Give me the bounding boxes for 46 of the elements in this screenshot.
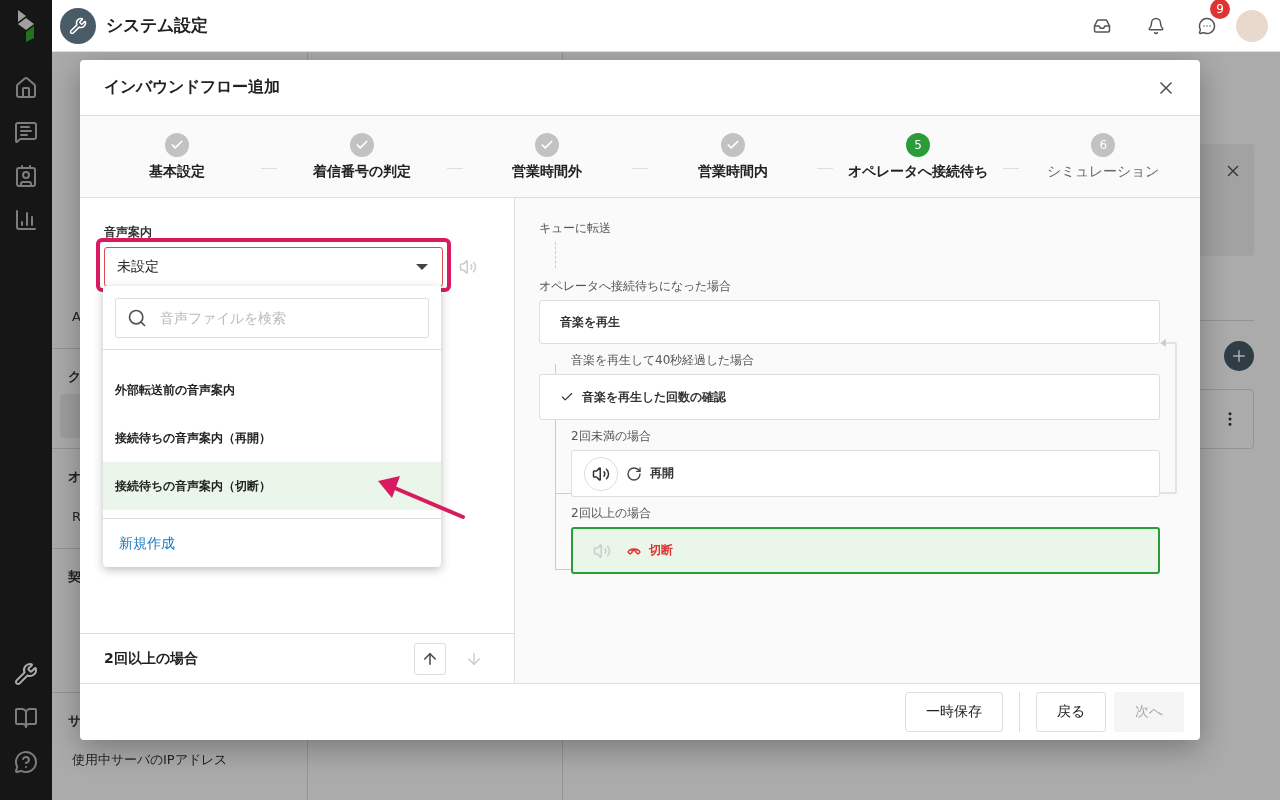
flow-label: 2回未満の場合 [571,428,652,445]
flow-card[interactable]: 再開 [571,450,1160,497]
move-up-button[interactable] [414,642,446,675]
nav-heading: オ [68,467,81,486]
footer-button[interactable]: 戻る [1036,692,1106,732]
step-label: 営業時間外 [512,162,583,181]
check-icon [560,390,574,404]
dialog-title: インバウンドフロー追加 [104,77,280,98]
flow-label: キューに転送 [539,220,612,237]
step-label: シミュレーション [1047,162,1160,181]
step-label: オペレータへ接続待ち [847,162,988,181]
refresh-icon [626,465,642,482]
nav-item[interactable]: 使用中サーバのIPアドレス [60,738,299,782]
nav-heading: サ [68,711,81,730]
step-label: 基本設定 [148,162,205,181]
search-icon [127,308,147,328]
plus-icon [1230,347,1248,365]
menu-option[interactable]: 接続待ちの音声案内（切断） [103,462,441,510]
tools-icon[interactable] [12,660,40,688]
step-number: 6 [1091,132,1116,157]
section-title: 2回以上の場合 [104,649,199,668]
step-number: 5 [905,132,930,157]
app-title: システム設定 [106,14,208,37]
notification-badge: 9 [1210,0,1230,19]
flow-label: 2回以上の場合 [571,505,652,522]
footer-button[interactable]: 一時保存 [905,692,1003,732]
menu-option[interactable]: 接続待ちの音声案内（再開） [103,414,441,462]
menu-option[interactable]: 外部転送前の音声案内 [103,366,441,414]
flow-card[interactable]: 音楽を再生 [539,300,1160,344]
tools-icon [60,7,96,44]
hang-up-icon [627,545,641,556]
flow-card[interactable]: 音楽を再生した回数の確認 [539,374,1160,420]
flow-label: オペレータへ接続待ちになった場合 [539,278,732,295]
nav-heading: 契 [68,567,81,586]
help-icon[interactable] [12,748,40,776]
step-label: 着信番号の判定 [313,162,411,181]
create-link[interactable]: 新規作成 [103,519,441,567]
voice-select[interactable]: 未設定 [104,247,443,287]
nav-heading: ク [68,367,81,386]
add-button[interactable] [1224,341,1254,371]
flow-label: 音楽を再生して40秒経過した場合 [571,352,756,369]
field-label: 音声案内 [104,224,153,241]
search-field[interactable]: 音声ファイルを検索 [115,298,429,338]
chat-icon[interactable] [1198,16,1216,35]
step-label: 営業時間内 [697,162,768,181]
flow-card[interactable]: 切断 [571,527,1160,574]
